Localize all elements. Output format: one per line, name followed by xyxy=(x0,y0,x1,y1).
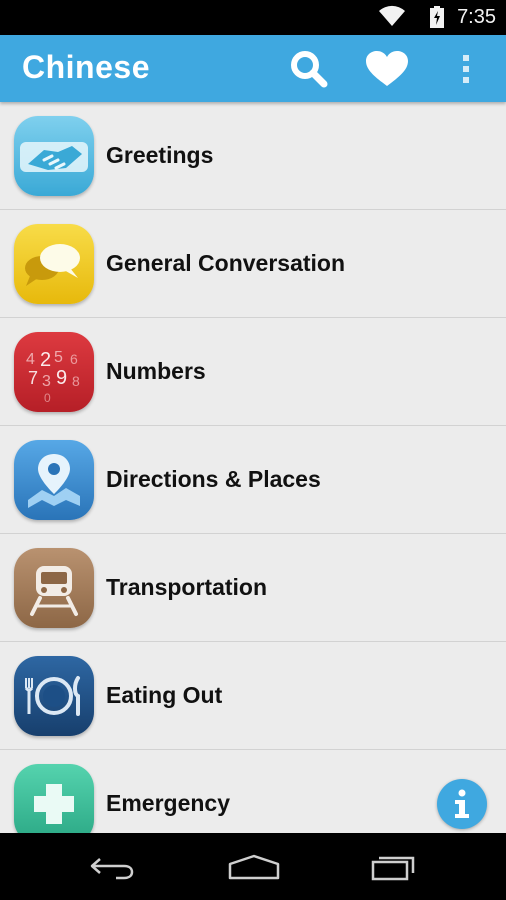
back-icon xyxy=(90,857,134,879)
back-button[interactable] xyxy=(80,833,144,900)
category-label: Directions & Places xyxy=(106,466,321,492)
svg-text:4: 4 xyxy=(26,351,35,368)
category-label: General Conversation xyxy=(106,250,346,276)
overflow-menu-button[interactable] xyxy=(452,35,480,102)
status-time: 7:35 xyxy=(457,6,496,28)
home-button[interactable] xyxy=(222,833,286,900)
medical-cross-icon xyxy=(14,764,94,833)
svg-text:3: 3 xyxy=(42,373,51,390)
app-title: Chinese xyxy=(22,49,150,85)
category-label: Emergency xyxy=(106,790,231,816)
svg-text:7: 7 xyxy=(28,368,38,388)
info-button[interactable] xyxy=(437,779,487,829)
category-label: Eating Out xyxy=(106,682,223,708)
svg-text:8: 8 xyxy=(72,373,80,389)
plate-cutlery-icon xyxy=(14,656,94,736)
battery-charging-icon xyxy=(430,6,444,33)
svg-text:6: 6 xyxy=(70,351,78,367)
svg-text:5: 5 xyxy=(54,349,63,366)
category-eating-out[interactable]: Eating Out xyxy=(0,642,506,750)
category-label: Greetings xyxy=(106,142,214,168)
category-label: Numbers xyxy=(106,358,206,384)
map-pin-icon xyxy=(14,440,94,520)
category-label: Transportation xyxy=(106,574,268,600)
favorites-button[interactable] xyxy=(360,35,414,102)
category-emergency[interactable]: Emergency xyxy=(0,750,506,833)
category-list: Greetings General Conversation 4 2 5 6 7… xyxy=(0,102,506,833)
heart-icon xyxy=(366,50,408,86)
handshake-icon xyxy=(14,116,94,196)
category-greetings[interactable]: Greetings xyxy=(0,102,506,210)
speech-bubbles-icon xyxy=(14,224,94,304)
category-general-conversation[interactable]: General Conversation xyxy=(0,210,506,318)
status-bar: 7:35 xyxy=(0,0,506,35)
numbers-icon: 4 2 5 6 7 3 9 8 0 xyxy=(14,332,94,412)
home-icon xyxy=(228,854,280,879)
recent-apps-button[interactable] xyxy=(362,833,426,900)
app-bar: Chinese xyxy=(0,35,506,102)
train-icon xyxy=(14,548,94,628)
category-transportation[interactable]: Transportation xyxy=(0,534,506,642)
overflow-menu-icon xyxy=(463,54,469,83)
info-icon xyxy=(455,789,469,818)
category-directions-places[interactable]: Directions & Places xyxy=(0,426,506,534)
search-icon xyxy=(291,50,328,87)
svg-text:9: 9 xyxy=(56,367,67,389)
category-numbers[interactable]: 4 2 5 6 7 3 9 8 0 Numbers xyxy=(0,318,506,426)
svg-text:2: 2 xyxy=(40,349,51,371)
search-button[interactable] xyxy=(282,35,336,102)
recent-apps-icon xyxy=(371,856,415,880)
svg-text:0: 0 xyxy=(44,391,51,405)
wifi-icon xyxy=(378,5,406,32)
navigation-bar xyxy=(0,833,506,900)
